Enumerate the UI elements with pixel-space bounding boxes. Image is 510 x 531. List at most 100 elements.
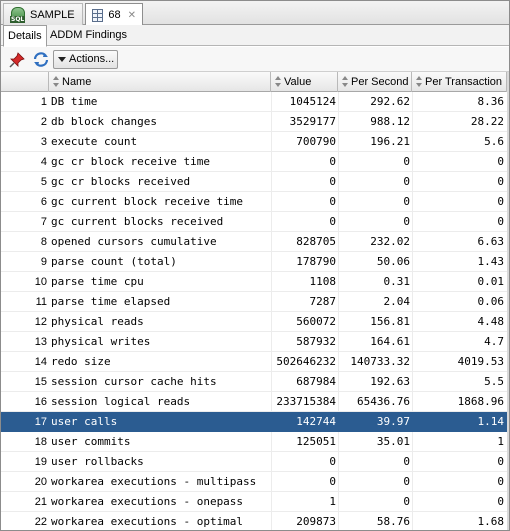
value-cell: 0: [271, 192, 337, 212]
statistic-name: session cursor cache hits: [51, 375, 217, 388]
table-row[interactable]: 12 physical reads 560072 156.81 4.48: [1, 312, 509, 332]
statistic-name: gc current block receive time: [51, 195, 244, 208]
per-transaction-cell: 0: [412, 192, 506, 212]
table-row[interactable]: 19 user rollbacks 0 0 0: [1, 452, 509, 472]
per-transaction-cell: 8.36: [412, 92, 506, 112]
row-number: 21: [34, 496, 47, 508]
statistic-name: parse time cpu: [51, 275, 144, 288]
value-cell: 1108: [271, 272, 337, 292]
statistic-name: session logical reads: [51, 395, 191, 408]
column-header-per-second-label: Per Second: [351, 76, 409, 88]
column-header-name[interactable]: Name: [49, 72, 271, 92]
tab-details[interactable]: Details: [3, 25, 47, 47]
statistic-name: opened cursors cumulative: [51, 235, 217, 248]
table-row[interactable]: 6 gc current block receive time 0 0 0: [1, 192, 509, 212]
row-number: 6: [40, 196, 47, 208]
value-cell: 178790: [271, 252, 337, 272]
editor-tab-strip: SQL SAMPLE 68 ✕: [1, 1, 509, 26]
table-row[interactable]: 20 workarea executions - multipass 0 0 0: [1, 472, 509, 492]
statistic-name: workarea executions - onepass: [51, 495, 244, 508]
per-second-cell: 0: [338, 192, 411, 212]
per-second-cell: 58.76: [338, 512, 411, 530]
tab-addm-findings[interactable]: ADDM Findings: [46, 25, 131, 46]
table-row[interactable]: 22 workarea executions - optimal 209873 58.…: [1, 512, 509, 530]
value-cell: 142744: [271, 412, 337, 432]
table-header: Name Value Per Second Per Transaction: [1, 72, 509, 92]
column-header-per-transaction-label: Per Transaction: [425, 76, 503, 88]
table-row[interactable]: 1 DB time 1045124 292.62 8.36: [1, 92, 509, 112]
per-transaction-cell: 6.63: [412, 232, 506, 252]
close-icon[interactable]: ✕: [128, 10, 136, 21]
value-cell: 0: [271, 172, 337, 192]
chevron-down-icon: [58, 57, 66, 62]
refresh-icon[interactable]: [32, 51, 50, 68]
per-transaction-cell: 4.48: [412, 312, 506, 332]
per-second-cell: 164.61: [338, 332, 411, 352]
statistic-name: gc cr blocks received: [51, 175, 191, 188]
row-number: 9: [40, 256, 47, 268]
table-row[interactable]: 10 parse time cpu 1108 0.31 0.01: [1, 272, 509, 292]
row-number: 3: [40, 136, 47, 148]
table-row[interactable]: 15 session cursor cache hits 687984 192.63 5…: [1, 372, 509, 392]
row-number: 17: [34, 416, 47, 428]
tab-68[interactable]: 68 ✕: [85, 3, 143, 26]
per-second-cell: 0: [338, 452, 411, 472]
value-cell: 587932: [271, 332, 337, 352]
value-cell: 3529177: [271, 112, 337, 132]
per-transaction-cell: 0.01: [412, 272, 506, 292]
statistic-name: db block changes: [51, 115, 157, 128]
value-cell: 1045124: [271, 92, 337, 112]
row-number: 2: [40, 116, 47, 128]
table-row[interactable]: 3 execute count 700790 196.21 5.6: [1, 132, 509, 152]
row-number: 22: [34, 516, 47, 528]
table-row[interactable]: 14 redo size 502646232 140733.32 4019.53: [1, 352, 509, 372]
sort-icon: [275, 76, 281, 88]
per-transaction-cell: 0: [412, 152, 506, 172]
column-header-per-second[interactable]: Per Second: [338, 72, 412, 92]
per-transaction-cell: 5.5: [412, 372, 506, 392]
per-transaction-cell: 4019.53: [412, 352, 506, 372]
value-cell: 687984: [271, 372, 337, 392]
per-second-cell: 0: [338, 472, 411, 492]
column-header-per-transaction[interactable]: Per Transaction: [412, 72, 507, 92]
table-row[interactable]: 5 gc cr blocks received 0 0 0: [1, 172, 509, 192]
scrollbar-edge: [507, 72, 509, 530]
actions-label: Actions...: [69, 53, 115, 65]
statistic-name: DB time: [51, 95, 98, 108]
per-transaction-cell: 1: [412, 432, 506, 452]
table-row[interactable]: 4 gc cr block receive time 0 0 0: [1, 152, 509, 172]
value-cell: 700790: [271, 132, 337, 152]
value-cell: 560072: [271, 312, 337, 332]
row-number: 1: [40, 96, 47, 108]
column-header-name-label: Name: [62, 76, 92, 88]
per-transaction-cell: 0: [412, 492, 506, 512]
statistic-name: user commits: [51, 435, 131, 448]
table-row[interactable]: 2 db block changes 3529177 988.12 28.22: [1, 112, 509, 132]
column-header-value[interactable]: Value: [271, 72, 338, 92]
pin-icon[interactable]: [9, 52, 25, 68]
sort-icon: [416, 76, 422, 88]
per-second-cell: 232.02: [338, 232, 411, 252]
table-row[interactable]: 13 physical writes 587932 164.61 4.7: [1, 332, 509, 352]
per-transaction-cell: 1.43: [412, 252, 506, 272]
value-cell: 502646232: [271, 352, 337, 372]
table-row[interactable]: 9 parse count (total) 178790 50.06 1.43: [1, 252, 509, 272]
statistic-name: physical writes: [51, 335, 151, 348]
statistic-name: parse time elapsed: [51, 295, 171, 308]
toolbar: Actions...: [1, 47, 509, 72]
table-row[interactable]: 8 opened cursors cumulative 828705 232.02 6.…: [1, 232, 509, 252]
table-row[interactable]: 21 workarea executions - onepass 1 0 0: [1, 492, 509, 512]
table-row[interactable]: 7 gc current blocks received 0 0 0: [1, 212, 509, 232]
tab-sample[interactable]: SQL SAMPLE: [3, 3, 83, 25]
table-row[interactable]: 18 user commits 125051 35.01 1: [1, 432, 509, 452]
per-second-cell: 0: [338, 212, 411, 232]
table-row[interactable]: 16 session logical reads 233715384 65436.76…: [1, 392, 509, 412]
grid-icon: [92, 8, 104, 22]
statistic-name: workarea executions - multipass: [51, 475, 257, 488]
table-row[interactable]: 11 parse time elapsed 7287 2.04 0.06: [1, 292, 509, 312]
actions-button[interactable]: Actions...: [53, 50, 118, 69]
table-row[interactable]: 17 user calls 142744 39.97 1.14: [1, 412, 509, 432]
tab-sample-label: SAMPLE: [30, 8, 75, 21]
value-cell: 828705: [271, 232, 337, 252]
statistic-name: execute count: [51, 135, 138, 148]
